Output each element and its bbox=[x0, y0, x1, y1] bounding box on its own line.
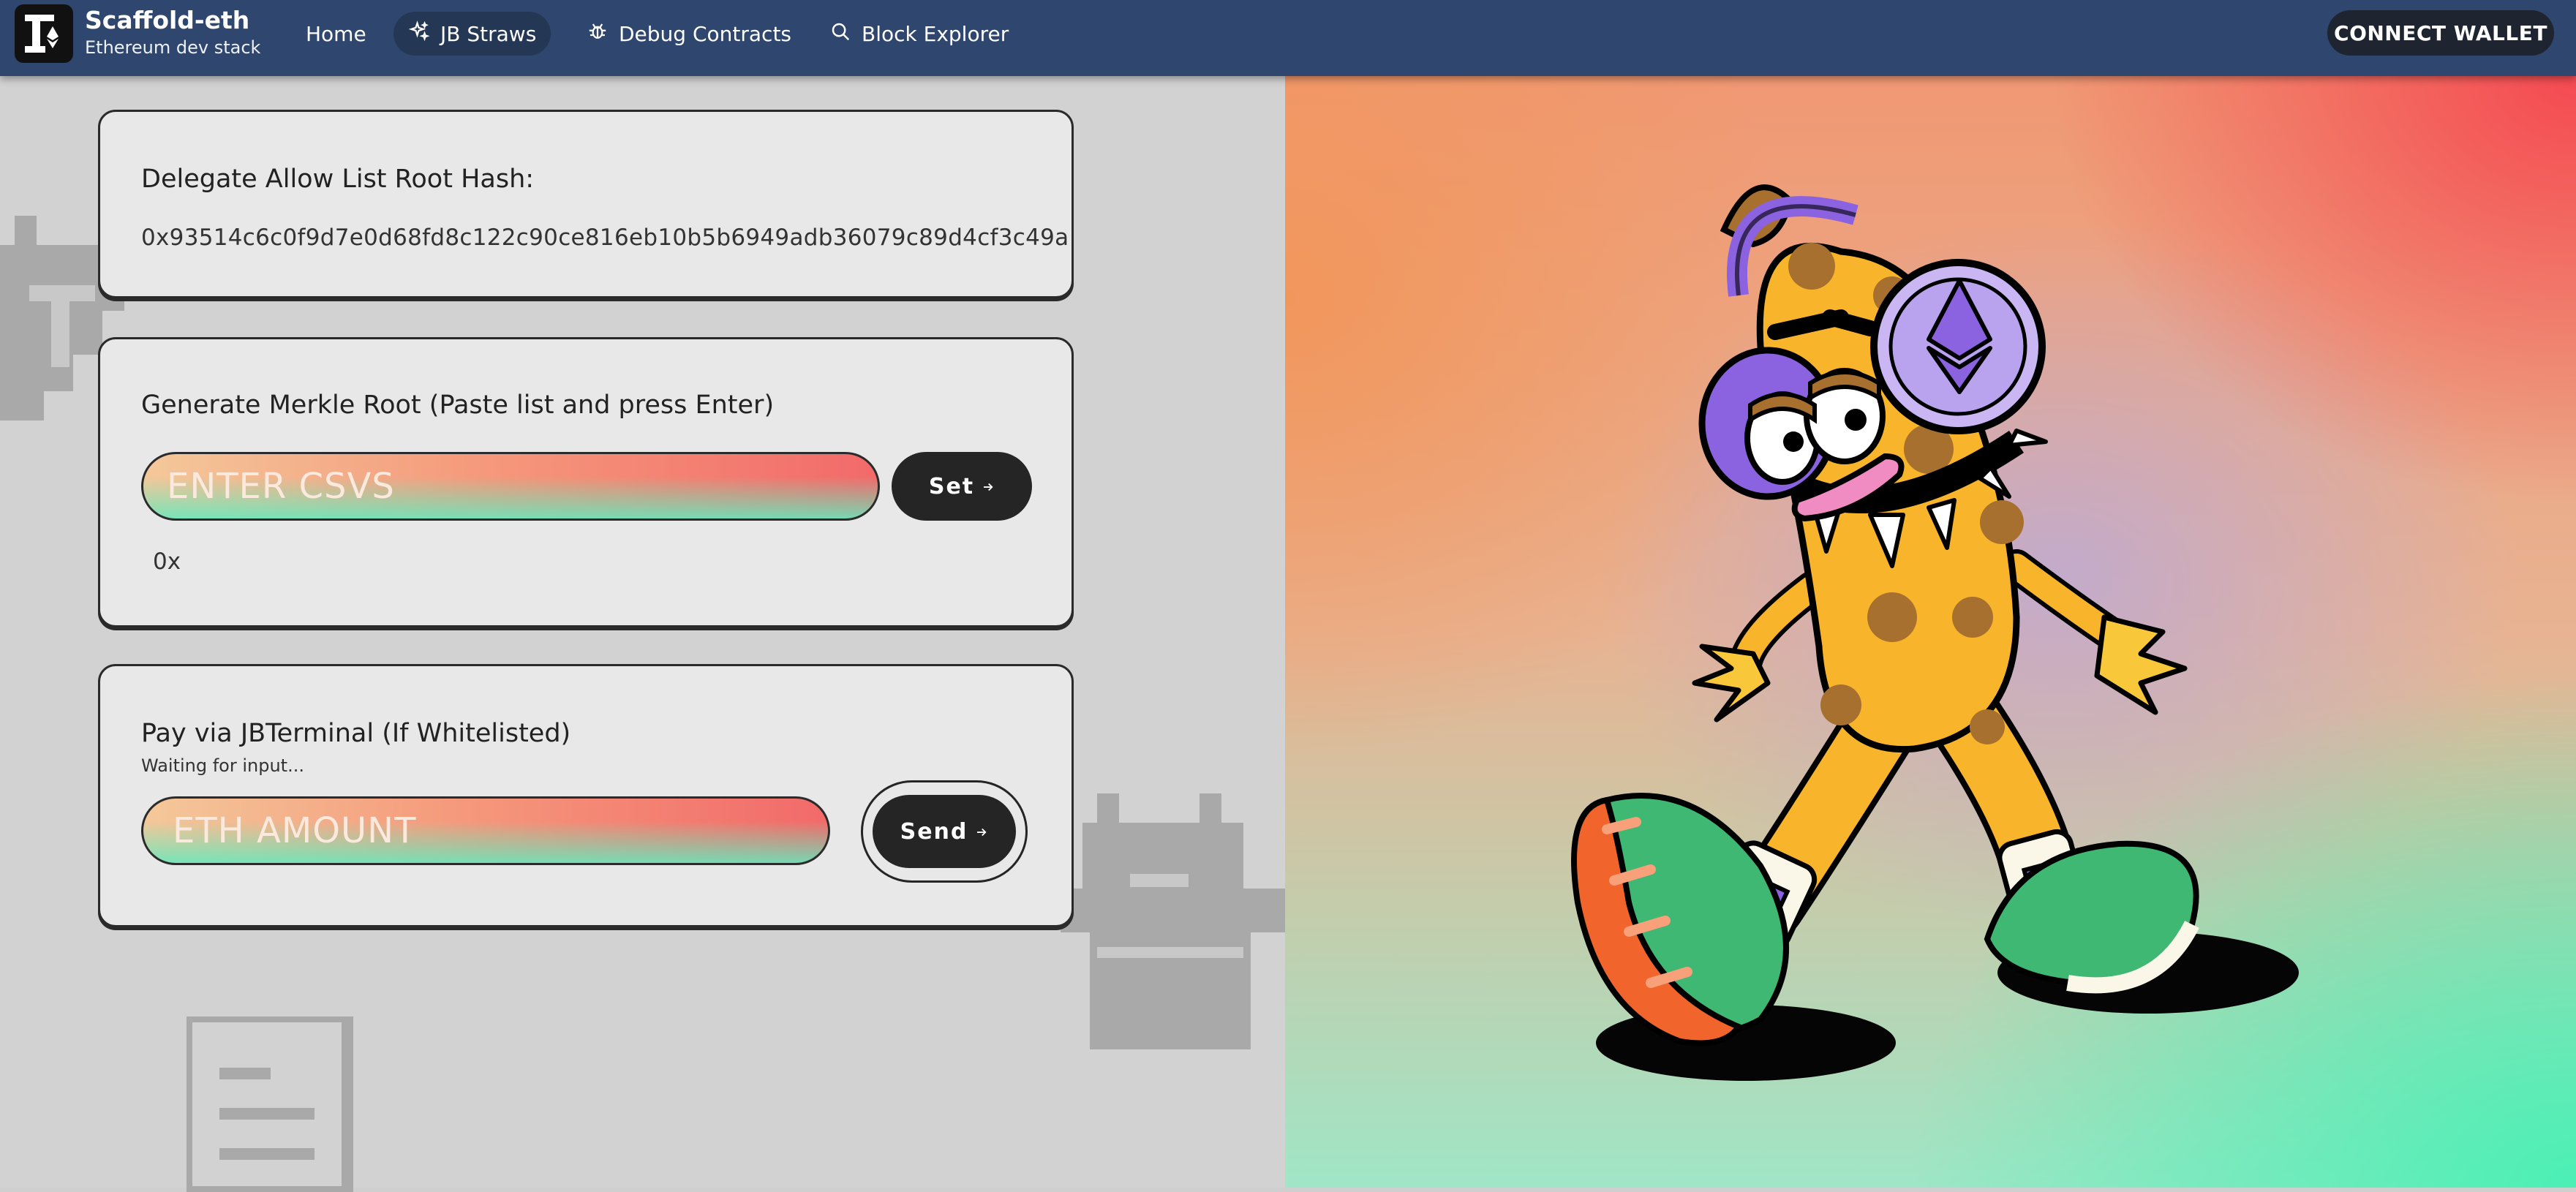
arrow-right-icon bbox=[982, 474, 995, 499]
hero-panel bbox=[1285, 76, 2576, 1188]
nav-jb-straws-label: JB Straws bbox=[440, 21, 537, 46]
allow-list-root-card: Delegate Allow List Root Hash: 0x93514c6… bbox=[98, 110, 1074, 298]
merkle-root-result: 0x bbox=[153, 548, 181, 575]
connect-wallet-button[interactable]: CONNECT WALLET bbox=[2327, 10, 2554, 56]
top-navbar: Scaffold-eth Ethereum dev stack Home JB … bbox=[0, 0, 2576, 76]
sparkles-icon bbox=[408, 20, 430, 48]
walking-mascot-illustration bbox=[1571, 184, 2299, 1081]
eth-amount-input-placeholder: ETH AMOUNT bbox=[173, 810, 417, 851]
nav-debug-contracts-label: Debug Contracts bbox=[619, 21, 792, 46]
brand: Scaffold-eth Ethereum dev stack bbox=[85, 4, 260, 59]
send-button-label: Send bbox=[900, 818, 968, 845]
set-button[interactable]: Set bbox=[892, 452, 1032, 521]
pay-jbterminal-title: Pay via JBTerminal (If Whitelisted) bbox=[141, 719, 571, 748]
nav-home-label: Home bbox=[306, 21, 366, 46]
nav-debug-contracts[interactable]: Debug Contracts bbox=[572, 12, 806, 56]
brand-title: Scaffold-eth bbox=[85, 6, 250, 34]
search-icon bbox=[829, 20, 851, 48]
merkle-root-title: Generate Merkle Root (Paste list and pre… bbox=[141, 391, 775, 420]
allow-list-root-hash: 0x93514c6c0f9d7e0d68fd8c122c90ce816eb10b… bbox=[141, 225, 1069, 251]
nav-jb-straws[interactable]: JB Straws bbox=[393, 12, 551, 56]
eth-amount-input[interactable]: ETH AMOUNT bbox=[141, 796, 830, 865]
pixel-bucket-decoration bbox=[1061, 793, 1287, 1049]
set-button-label: Set bbox=[928, 473, 975, 499]
nav-block-explorer[interactable]: Block Explorer bbox=[815, 12, 1023, 56]
pay-jbterminal-card: Pay via JBTerminal (If Whitelisted) Wait… bbox=[98, 664, 1074, 927]
bug-icon bbox=[587, 20, 609, 48]
send-button[interactable]: Send bbox=[873, 795, 1016, 868]
nav-home[interactable]: Home bbox=[291, 12, 381, 56]
pay-status-text: Waiting for input... bbox=[141, 755, 304, 776]
csv-input-placeholder: ENTER CSVS bbox=[167, 466, 395, 507]
pixel-document-decoration bbox=[187, 1016, 353, 1192]
csv-input[interactable]: ENTER CSVS bbox=[141, 452, 880, 521]
allow-list-root-title: Delegate Allow List Root Hash: bbox=[141, 165, 535, 194]
brand-subtitle: Ethereum dev stack bbox=[85, 37, 261, 58]
nav-block-explorer-label: Block Explorer bbox=[862, 21, 1009, 46]
arrow-right-icon bbox=[975, 819, 988, 845]
merkle-root-card: Generate Merkle Root (Paste list and pre… bbox=[98, 337, 1074, 627]
scaffold-eth-logo[interactable] bbox=[15, 4, 73, 63]
